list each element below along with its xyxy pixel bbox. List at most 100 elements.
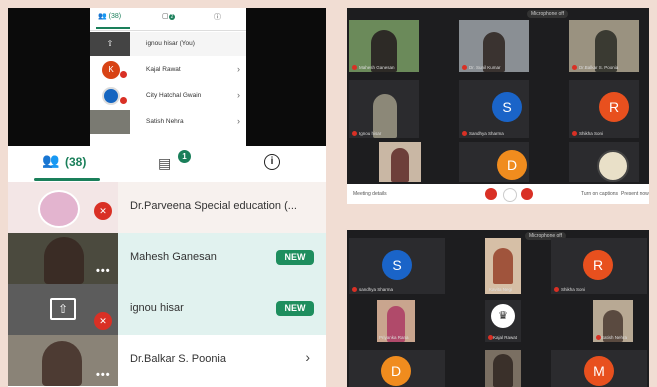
mic-off-icon bbox=[554, 287, 559, 292]
video-tile[interactable]: Dr. Sunil Kumar bbox=[459, 20, 529, 72]
video-tile[interactable]: S Sandhya Sharma bbox=[459, 80, 529, 138]
video-tile[interactable]: Satish Nehra bbox=[593, 300, 633, 342]
avatar bbox=[102, 87, 120, 105]
new-badge: NEW bbox=[276, 250, 314, 265]
people-icon[interactable]: 👥 bbox=[42, 152, 59, 169]
participant-name: Dr.Balkar S. Poonia bbox=[130, 353, 226, 365]
mic-off-icon: ✕ bbox=[94, 202, 112, 220]
small-info-icon[interactable]: ⓘ bbox=[214, 12, 221, 22]
tile-name: Shikha Soni bbox=[561, 287, 586, 292]
small-participant-name: City Hatchal Gwain bbox=[146, 92, 202, 99]
chat-icon[interactable]: ▤ bbox=[158, 155, 171, 172]
tile-name: Kajal Rawat bbox=[493, 335, 518, 340]
video-tile[interactable]: D bbox=[459, 142, 529, 182]
mic-off-icon: ✕ bbox=[94, 312, 112, 330]
avatar: R bbox=[599, 92, 629, 122]
tile-name: Dr.Balkar S. Poonia bbox=[579, 65, 619, 70]
small-people-tab[interactable]: 👥 (38) bbox=[98, 12, 121, 20]
mic-off-icon bbox=[120, 97, 127, 104]
avatar bbox=[90, 110, 130, 134]
participant-thumbnail: ••• bbox=[8, 233, 118, 284]
video-tile[interactable]: M bbox=[551, 350, 647, 387]
video-tile[interactable]: D bbox=[349, 350, 445, 387]
tile-name: Shikha Soni bbox=[579, 131, 604, 136]
tile-name: Dr. Sunil Kumar bbox=[469, 65, 501, 70]
new-badge: NEW bbox=[276, 301, 314, 316]
captions-button[interactable]: Turn on captions bbox=[581, 191, 618, 197]
hangup-button[interactable] bbox=[521, 188, 533, 200]
mic-toggle-button[interactable] bbox=[485, 188, 497, 200]
mic-off-icon bbox=[572, 131, 577, 136]
info-icon[interactable]: i bbox=[264, 154, 280, 170]
participant-thumbnail: ⇧ ✕ bbox=[8, 284, 118, 335]
mic-off-icon bbox=[352, 131, 357, 136]
video-tile[interactable]: Dr.Balkar S. Poonia bbox=[569, 20, 639, 72]
avatar bbox=[42, 341, 82, 386]
avatar bbox=[597, 150, 629, 182]
phone-screenshot-small: 👥 (38) ▢ 2 ⓘ ⇧ ignou hisar (You) K Kajal … bbox=[8, 8, 326, 146]
meeting-details-link[interactable]: Meeting details bbox=[353, 191, 387, 197]
avatar bbox=[44, 237, 84, 284]
avatar: R bbox=[583, 250, 613, 280]
video-tile[interactable]: Kavita Negi bbox=[485, 238, 521, 294]
small-participant-name: Kajal Rawat bbox=[146, 66, 181, 73]
list-item[interactable]: ••• Mahesh Ganesan NEW bbox=[8, 233, 326, 284]
small-chat-badge: 2 bbox=[168, 14, 176, 20]
tile-name: Kavita Negi bbox=[489, 287, 513, 292]
participant-thumbnail: ••• bbox=[8, 335, 118, 386]
video-tile[interactable]: Priyanka Rana bbox=[377, 300, 415, 342]
avatar: ♛ bbox=[491, 304, 515, 328]
people-tab-count[interactable]: (38) bbox=[65, 155, 86, 169]
avatar: S bbox=[492, 92, 522, 122]
video-tile[interactable]: R Shikha Soni bbox=[551, 238, 647, 294]
mic-off-icon bbox=[462, 65, 467, 70]
list-item[interactable]: ⇧ ✕ ignou hisar NEW bbox=[8, 284, 326, 335]
mic-off-icon bbox=[352, 65, 357, 70]
tile-name: Satish Nehra bbox=[601, 335, 628, 340]
video-tile[interactable] bbox=[569, 142, 639, 182]
small-list-item[interactable]: K Kajal Rawat › bbox=[90, 58, 246, 82]
mic-off-icon bbox=[572, 65, 577, 70]
list-item[interactable]: ✕ Dr.Parveena Special education (... bbox=[8, 182, 326, 233]
small-list-item[interactable]: City Hatchal Gwain › bbox=[90, 84, 246, 108]
video-tile[interactable]: Ignou hisar bbox=[349, 80, 419, 138]
chat-badge: 1 bbox=[178, 150, 191, 163]
more-options-button[interactable] bbox=[503, 188, 517, 202]
mic-status: Microphone off bbox=[527, 10, 568, 18]
chevron-right-icon[interactable]: › bbox=[305, 349, 310, 365]
tile-name: Ignou hisar bbox=[359, 131, 382, 136]
small-tab-underline bbox=[96, 27, 130, 29]
small-list-item[interactable]: ⇧ ignou hisar (You) bbox=[90, 32, 246, 56]
video-tile[interactable]: Mahesh Ganesan bbox=[349, 20, 419, 72]
chevron-right-icon[interactable]: › bbox=[237, 90, 240, 100]
video-tile[interactable]: ♛ Kajal Rawat bbox=[485, 300, 521, 342]
small-participant-name: Satish Nehra bbox=[146, 118, 184, 125]
small-chat-tab[interactable]: ▢ 2 bbox=[162, 12, 176, 20]
meet-control-bar: Meeting details Turn on captions Present… bbox=[347, 184, 649, 204]
more-icon[interactable]: ••• bbox=[96, 265, 111, 277]
participant-name: Mahesh Ganesan bbox=[130, 251, 217, 263]
list-item[interactable]: ••• Dr.Balkar S. Poonia › bbox=[8, 335, 326, 386]
more-icon[interactable]: ••• bbox=[96, 369, 111, 381]
present-now-button[interactable]: Present now bbox=[621, 191, 649, 197]
chevron-right-icon[interactable]: › bbox=[237, 116, 240, 126]
tile-name: Mahesh Ganesan bbox=[359, 65, 395, 70]
avatar: D bbox=[381, 356, 411, 386]
avatar bbox=[493, 354, 513, 387]
avatar: S bbox=[382, 250, 412, 280]
small-tabs: 👥 (38) ▢ 2 ⓘ bbox=[90, 8, 246, 31]
avatar: M bbox=[584, 356, 614, 386]
mic-off-icon bbox=[352, 287, 357, 292]
video-tile[interactable] bbox=[485, 350, 521, 387]
participant-name: Dr.Parveena Special education (... bbox=[130, 200, 297, 212]
chevron-right-icon[interactable]: › bbox=[237, 64, 240, 74]
video-tile[interactable] bbox=[379, 142, 421, 182]
small-people-count: (38) bbox=[108, 13, 122, 20]
avatar: K bbox=[102, 61, 120, 79]
video-tile[interactable]: S sandhya Sharma bbox=[349, 238, 445, 294]
tile-name: sandhya Sharma bbox=[359, 287, 394, 292]
participants-panel: 👥 (38) ▤ 1 i ✕ Dr.Parveena Special educa… bbox=[8, 146, 326, 387]
video-tile[interactable]: R Shikha Soni bbox=[569, 80, 639, 138]
participant-name: ignou hisar bbox=[130, 302, 184, 314]
small-list-item[interactable]: Satish Nehra › bbox=[90, 110, 246, 134]
